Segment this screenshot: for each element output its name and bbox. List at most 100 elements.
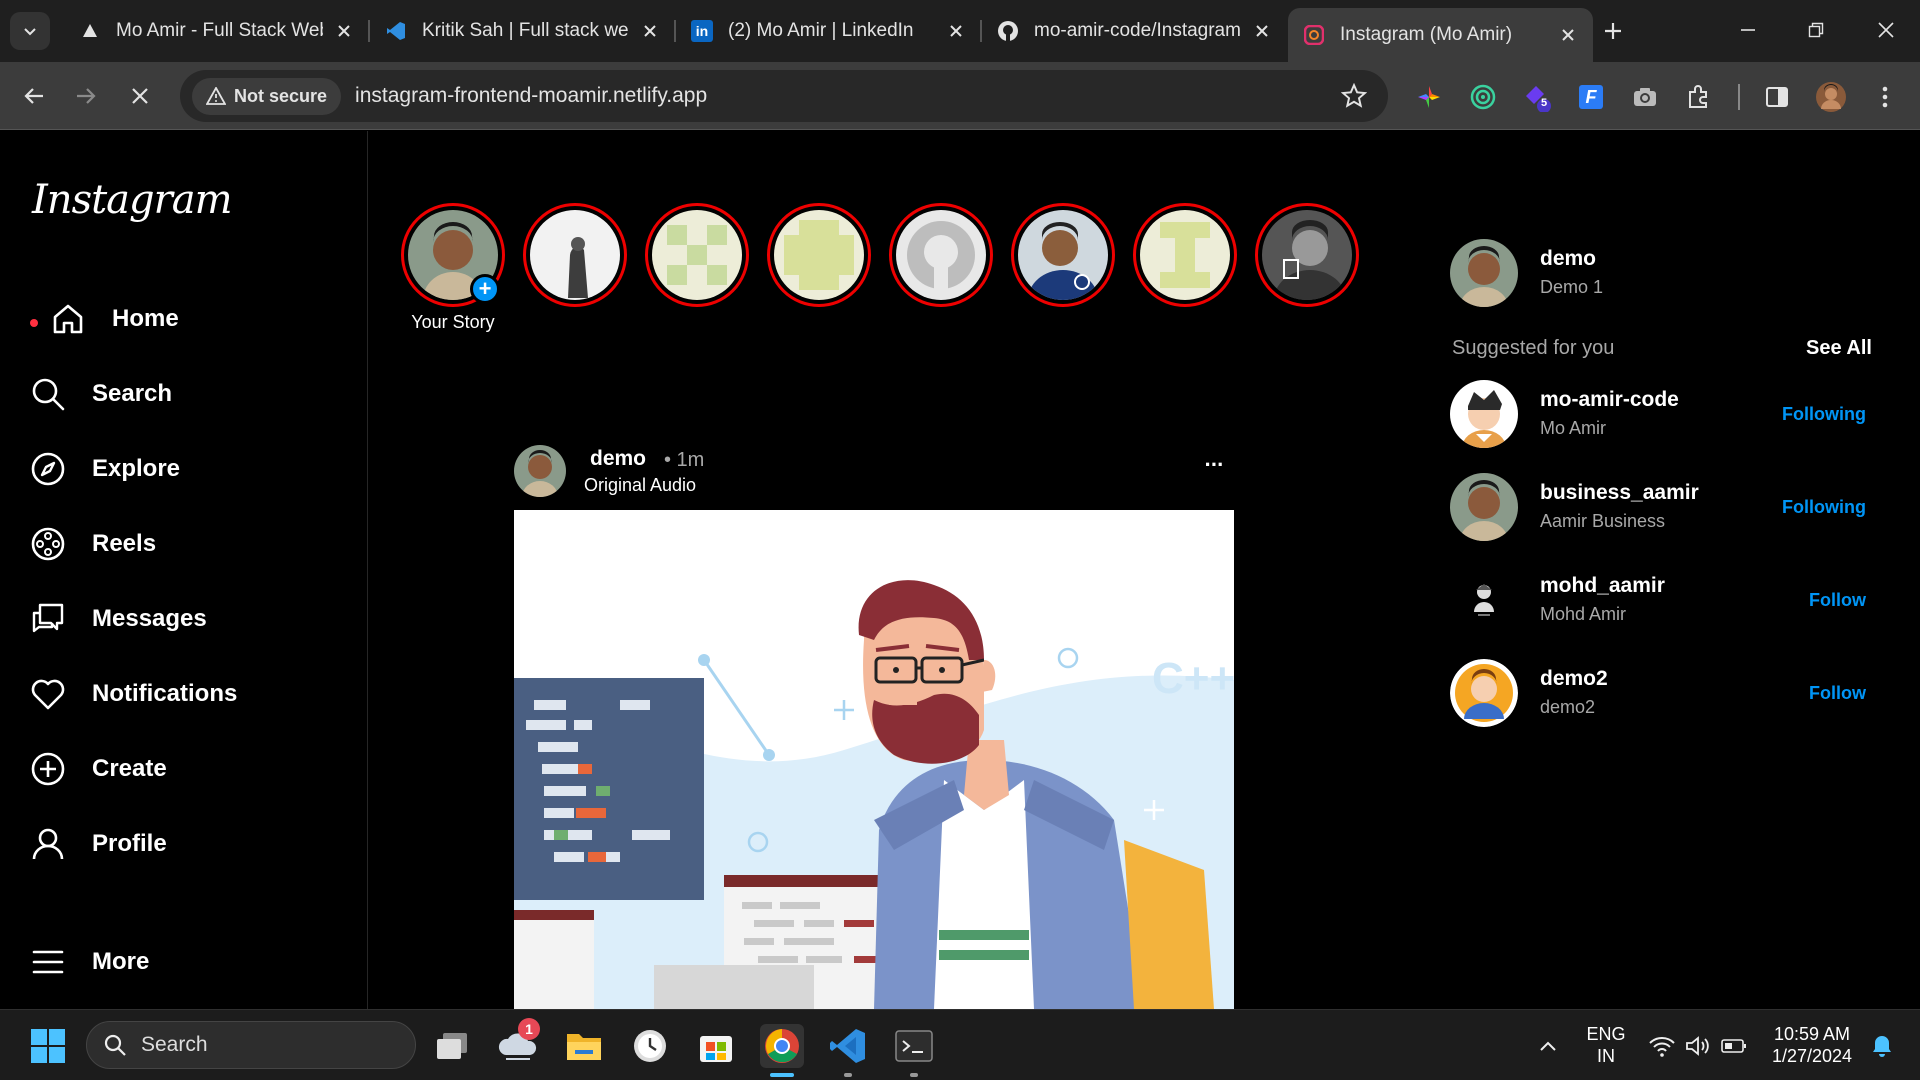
instagram-favicon-icon <box>1302 23 1326 47</box>
clock-app-icon[interactable] <box>628 1024 672 1068</box>
stop-loading-button[interactable] <box>120 76 160 116</box>
story-item[interactable] <box>1011 203 1115 307</box>
chrome-taskbar-icon[interactable] <box>760 1024 804 1068</box>
post-options-button[interactable]: ··· <box>1194 445 1234 485</box>
forward-button[interactable] <box>66 76 106 116</box>
extension-target-icon[interactable] <box>1468 82 1498 112</box>
sidebar-item-search[interactable]: Search <box>30 369 172 419</box>
suggestion-username[interactable]: mo-amir-code <box>1540 388 1679 412</box>
close-tab-icon[interactable] <box>333 20 355 42</box>
sidebar-item-explore[interactable]: Explore <box>30 444 180 494</box>
microsoft-store-icon[interactable] <box>694 1024 738 1068</box>
address-bar[interactable]: Not secure instagram-frontend-moamir.net… <box>180 70 1388 122</box>
sidebar-item-label: Home <box>112 305 179 332</box>
bookmark-star-button[interactable] <box>1340 82 1368 110</box>
story-item[interactable] <box>1133 203 1237 307</box>
warning-icon <box>206 87 226 105</box>
close-tab-icon[interactable] <box>945 20 967 42</box>
suggestion-avatar[interactable] <box>1450 659 1518 727</box>
weather-widget-icon[interactable]: 1 <box>496 1018 540 1068</box>
notification-bell-icon[interactable] <box>1860 1024 1904 1068</box>
sidebar-item-label: Create <box>92 755 167 782</box>
suggestion-username[interactable]: business_aamir <box>1540 481 1699 505</box>
story-item[interactable] <box>523 203 627 307</box>
site-info-chip[interactable]: Not secure <box>192 77 342 115</box>
suggestion-avatar[interactable] <box>1450 380 1518 448</box>
sidebar-item-notifications[interactable]: Notifications <box>30 669 237 719</box>
current-user-username[interactable]: demo <box>1540 247 1596 271</box>
close-tab-icon[interactable] <box>639 20 661 42</box>
new-tab-button[interactable] <box>1596 14 1630 48</box>
kebab-menu-icon[interactable] <box>1870 82 1900 112</box>
back-button[interactable] <box>14 76 54 116</box>
sidebar-item-home[interactable]: Home <box>50 294 179 344</box>
sidebar-item-reels[interactable]: Reels <box>30 519 156 569</box>
sidebar-item-create[interactable]: Create <box>30 744 167 794</box>
see-all-link[interactable]: See All <box>1806 337 1872 360</box>
suggestion-avatar[interactable] <box>1450 566 1518 634</box>
windows-start-icon[interactable] <box>26 1024 70 1068</box>
story-item[interactable] <box>767 203 871 307</box>
browser-tab[interactable]: in (2) Mo Amir | LinkedIn <box>676 8 982 54</box>
tab-title: mo-amir-code/Instagram <box>1034 20 1241 41</box>
following-button[interactable]: Following <box>1782 497 1866 518</box>
linkedin-favicon-icon: in <box>690 19 714 43</box>
browser-tab-active[interactable]: Instagram (Mo Amir) <box>1288 8 1593 62</box>
profile-avatar-icon[interactable] <box>1816 82 1846 112</box>
browser-tab[interactable]: mo-amir-code/Instagram <box>982 8 1287 54</box>
extensions-puzzle-icon[interactable] <box>1684 82 1714 112</box>
show-hidden-icons-chevron-up-icon[interactable] <box>1526 1024 1570 1068</box>
battery-icon[interactable] <box>1712 1024 1756 1068</box>
close-tab-icon[interactable] <box>1557 24 1579 46</box>
current-user-row: demo Demo 1 <box>1450 239 1870 311</box>
follow-button[interactable]: Follow <box>1809 590 1866 611</box>
suggestion-username[interactable]: demo2 <box>1540 667 1608 691</box>
user-icon <box>32 828 64 860</box>
extension-purple-icon[interactable]: 5 <box>1522 82 1552 112</box>
file-explorer-icon[interactable] <box>562 1024 606 1068</box>
story-item[interactable] <box>1255 203 1359 307</box>
terminal-taskbar-icon[interactable] <box>892 1024 936 1068</box>
post-avatar[interactable] <box>514 445 566 497</box>
post-image[interactable]: C++ <box>514 510 1234 1009</box>
sidebar-item-messages[interactable]: Messages <box>30 594 207 644</box>
close-window-button[interactable] <box>1866 12 1906 48</box>
taskbar-search-box[interactable]: Search <box>86 1021 416 1069</box>
sidebar-item-label: Explore <box>92 455 181 482</box>
camera-icon[interactable] <box>1630 82 1660 112</box>
sidebar-item-profile[interactable]: Profile <box>30 819 167 869</box>
story-item[interactable] <box>645 203 749 307</box>
sidebar-item-more[interactable]: More <box>30 937 149 987</box>
language-code: ENG <box>1586 1024 1626 1044</box>
notification-dot <box>30 319 38 327</box>
suggestion-name: Aamir Business <box>1540 511 1666 531</box>
tab-search-button[interactable] <box>10 12 50 50</box>
follow-button[interactable]: Follow <box>1809 683 1866 704</box>
browser-toolbar: Not secure instagram-frontend-moamir.net… <box>0 62 1920 130</box>
suggestion-row: mohd_aamir Mohd Amir Follow <box>1450 566 1870 638</box>
vscode-taskbar-icon[interactable] <box>826 1024 870 1068</box>
browser-tab[interactable]: Mo Amir - Full Stack Web <box>64 8 370 54</box>
star-icon <box>1341 83 1367 108</box>
post-audio-label[interactable]: Original Audio <box>584 475 696 496</box>
minimize-window-button[interactable] <box>1728 12 1768 48</box>
task-view-icon[interactable] <box>430 1024 474 1068</box>
extension-f-icon[interactable]: F <box>1576 82 1606 112</box>
language-indicator[interactable]: ENG IN <box>1580 1023 1632 1067</box>
extension-colorpicker-icon[interactable] <box>1414 82 1444 112</box>
story-avatar <box>1262 210 1352 300</box>
following-button[interactable]: Following <box>1782 404 1866 425</box>
suggestion-avatar[interactable] <box>1450 473 1518 541</box>
close-tab-icon[interactable] <box>1251 20 1273 42</box>
security-label: Not secure <box>234 85 328 106</box>
current-user-avatar[interactable] <box>1450 239 1518 307</box>
instagram-logo[interactable]: Instagram <box>32 177 233 223</box>
suggestion-username[interactable]: mohd_aamir <box>1540 574 1665 598</box>
restore-window-button[interactable] <box>1796 12 1836 48</box>
side-panel-icon[interactable] <box>1762 82 1792 112</box>
clock-date[interactable]: 10:59 AM 1/27/2024 <box>1764 1023 1860 1067</box>
post-username[interactable]: demo <box>590 447 646 471</box>
browser-tab[interactable]: Kritik Sah | Full stack web <box>370 8 676 54</box>
add-story-button[interactable]: + <box>470 274 500 304</box>
story-item[interactable] <box>889 203 993 307</box>
